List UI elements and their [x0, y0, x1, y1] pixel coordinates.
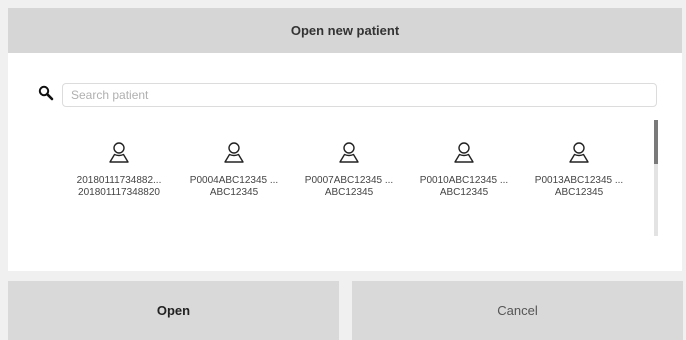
- dialog-title: Open new patient: [290, 23, 400, 38]
- patient-code: ABC12345: [324, 187, 374, 198]
- dialog-title-bar: Open new patient: [8, 8, 682, 53]
- scrollbar-thumb[interactable]: [654, 120, 658, 164]
- patient-item[interactable]: P0007ABC12345 ... ABC12345: [294, 141, 404, 221]
- dialog-footer: Open Cancel: [8, 271, 683, 340]
- patient-code: ABC12345: [554, 187, 604, 198]
- patient-code: 201801117348820: [78, 187, 160, 198]
- dialog-content: 20180111734882... 201801117348820 P0004A…: [8, 53, 682, 271]
- patient-code: ABC12345: [439, 187, 489, 198]
- patient-id: 20180111734882...: [76, 175, 162, 186]
- person-icon: [224, 142, 244, 163]
- person-icon: [109, 142, 129, 163]
- patient-id: P0010ABC12345 ...: [419, 175, 509, 186]
- person-icon: [339, 142, 359, 163]
- open-button[interactable]: Open: [8, 281, 339, 340]
- cancel-button[interactable]: Cancel: [352, 281, 683, 340]
- patient-item[interactable]: 20180111734882... 201801117348820: [64, 141, 174, 221]
- patient-item[interactable]: P0013ABC12345 ... ABC12345: [524, 141, 634, 221]
- patient-item[interactable]: P0004ABC12345 ... ABC12345: [179, 141, 289, 221]
- person-icon: [454, 142, 474, 163]
- patient-id: P0007ABC12345 ...: [304, 175, 394, 186]
- search-icon[interactable]: [38, 85, 54, 101]
- vertical-scrollbar[interactable]: [654, 120, 658, 236]
- patient-id: P0013ABC12345 ...: [534, 175, 624, 186]
- patient-list: 20180111734882... 201801117348820 P0004A…: [64, 141, 644, 221]
- patient-item[interactable]: P0010ABC12345 ... ABC12345: [409, 141, 519, 221]
- patient-code: ABC12345: [209, 187, 259, 198]
- person-icon: [569, 142, 589, 163]
- open-patient-dialog: Open new patient 20180111734882... 20180…: [8, 8, 683, 340]
- search-input[interactable]: [62, 83, 657, 107]
- patient-id: P0004ABC12345 ...: [189, 175, 279, 186]
